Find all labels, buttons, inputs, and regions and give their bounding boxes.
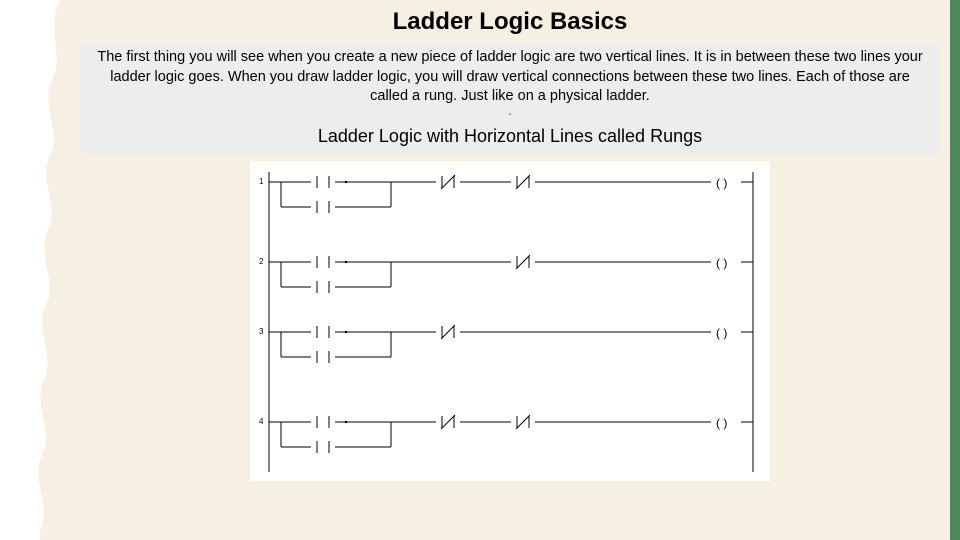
svg-text:( ): ( )	[716, 326, 727, 340]
rung-label-4: 4	[259, 417, 264, 426]
accent-bar	[950, 0, 960, 540]
rung-2: ( )	[269, 255, 753, 293]
svg-text:( ): ( )	[716, 416, 727, 430]
diagram-wrap: 1 2 3 4	[80, 161, 940, 481]
text-block: The first thing you will see when you cr…	[80, 42, 940, 155]
rung-3: ( )	[269, 325, 753, 363]
svg-text:( ): ( )	[716, 256, 727, 270]
body-paragraph: The first thing you will see when you cr…	[90, 48, 930, 107]
svg-text:( ): ( )	[716, 176, 727, 190]
slide-content: Ladder Logic Basics The first thing you …	[80, 8, 940, 481]
slide-title: Ladder Logic Basics	[80, 8, 940, 36]
rung-label-3: 3	[259, 327, 264, 336]
wavy-edge-decoration	[0, 0, 70, 540]
rung-label-2: 2	[259, 257, 264, 266]
ladder-diagram: 1 2 3 4	[250, 161, 770, 481]
subtitle: Ladder Logic with Horizontal Lines calle…	[90, 126, 930, 147]
rung-label-1: 1	[259, 177, 264, 186]
dash: -	[90, 109, 930, 120]
rung-1: ( )	[269, 175, 753, 213]
rung-4: ( )	[269, 415, 753, 453]
